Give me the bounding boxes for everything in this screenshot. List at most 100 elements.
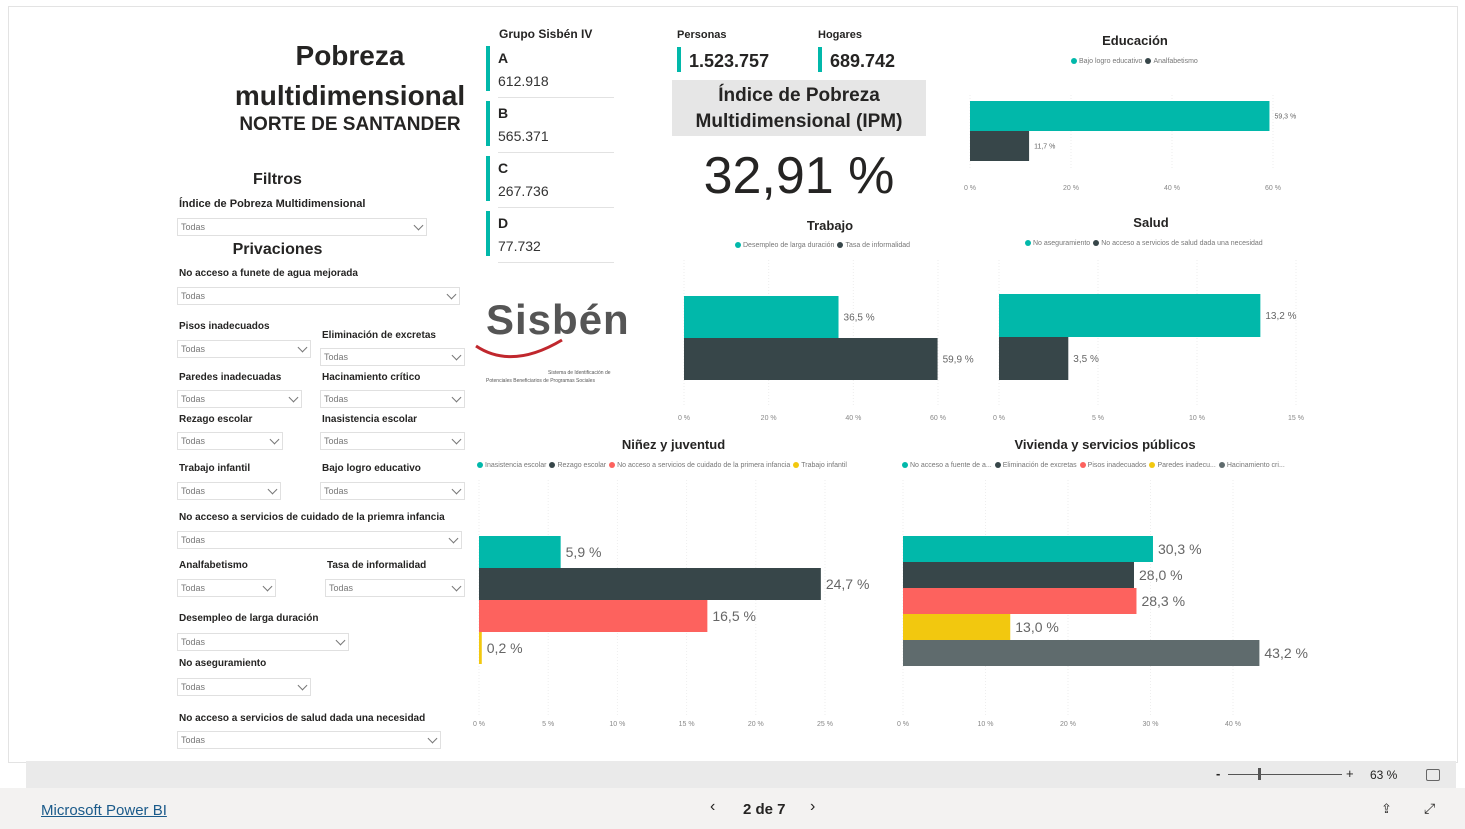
ninez-legend: Inasistencia escolar Rezago escolar No acc…: [474, 462, 847, 469]
legend-marker: [793, 462, 800, 468]
dropdown-value: Todas: [181, 535, 206, 545]
filter-1-dropdown[interactable]: Todas: [177, 340, 311, 358]
filter-8-label: Bajo logro educativo: [322, 463, 421, 474]
hogares-label: Hogares: [818, 29, 863, 41]
ipm-title: Índice de Pobreza Multidimensional (IPM): [695, 85, 903, 132]
group-accent: [486, 156, 490, 201]
fit-page-icon[interactable]: [1426, 769, 1440, 781]
group-divider: [498, 152, 614, 153]
legend-marker: [549, 462, 556, 468]
filters-heading: Filtros: [253, 171, 302, 188]
group-letter: D: [498, 215, 509, 231]
salud-legend: No aseguramiento No acceso a servicios de…: [1022, 240, 1263, 247]
filter-7-label: Trabajo infantil: [179, 463, 251, 474]
sisben-title: Grupo Sisbén IV: [499, 27, 593, 41]
filter-4-label: Hacinamiento crítico: [322, 372, 421, 383]
kpi-accent: [818, 47, 822, 72]
next-page-icon[interactable]: ›: [810, 798, 815, 816]
group-letter: A: [498, 50, 509, 66]
dropdown-value: Todas: [324, 486, 349, 496]
filter-8-dropdown[interactable]: Todas: [320, 482, 465, 500]
ipm-title-box: Índice de Pobreza Multidimensional (IPM): [672, 80, 926, 136]
zoom-out-button[interactable]: -: [1216, 766, 1220, 781]
chevron-down-icon: [262, 581, 273, 592]
ipm-filter-dropdown[interactable]: Todas: [177, 218, 427, 236]
report-title-text: Pobreza multidimensional: [234, 40, 466, 111]
educacion-chart-title: Educación: [1102, 33, 1168, 48]
legend-marker: [994, 462, 1001, 468]
zoom-slider-handle[interactable]: [1258, 768, 1261, 780]
legend-entry: Desempleo de larga duración: [743, 242, 835, 249]
filter-3-dropdown[interactable]: Todas: [177, 390, 302, 408]
filter-10-label: Analfabetismo: [179, 560, 248, 571]
filter-5-dropdown[interactable]: Todas: [177, 432, 283, 450]
filter-7-dropdown[interactable]: Todas: [177, 482, 281, 500]
zoom-slider-track[interactable]: [1228, 774, 1342, 775]
filter-10-dropdown[interactable]: Todas: [177, 579, 276, 597]
sisben-logo-sub2: Potenciales Beneficiarios de Programas S…: [486, 378, 595, 384]
legend-entry: Trabajo infantil: [801, 462, 847, 469]
group-value: 267.736: [498, 183, 549, 199]
legend-marker: [1145, 58, 1152, 64]
filter-14-dropdown[interactable]: Todas: [177, 731, 441, 749]
filter-2-dropdown[interactable]: Todas: [320, 348, 465, 366]
filter-1-label: Pisos inadecuados: [179, 321, 270, 332]
chevron-down-icon: [288, 392, 299, 403]
privaciones-heading: Privaciones: [232, 241, 323, 258]
sisben-logo-swoosh: [475, 338, 563, 359]
dropdown-value: Todas: [324, 352, 349, 362]
powerbi-link[interactable]: Microsoft Power BI: [41, 802, 167, 819]
personas-label: Personas: [677, 29, 727, 41]
group-accent: [486, 101, 490, 146]
chevron-down-icon: [451, 392, 462, 403]
group-value: 612.918: [498, 73, 549, 89]
group-divider: [498, 207, 614, 208]
educacion-legend: Bajo logro educativo Analfabetismo: [1068, 58, 1198, 65]
dropdown-value: Todas: [181, 436, 206, 446]
share-icon[interactable]: ⇪: [1381, 801, 1392, 817]
filter-6-dropdown[interactable]: Todas: [320, 432, 465, 450]
fullscreen-icon[interactable]: ⤢: [1424, 800, 1435, 817]
sisben-logo-sub1: Sistema de Identificación de: [548, 370, 611, 376]
legend-entry: Analfabetismo: [1153, 58, 1198, 65]
dropdown-value: Todas: [324, 394, 349, 404]
legend-entry: Inasistencia escolar: [485, 462, 547, 469]
legend-entry: Hacinamiento cri...: [1226, 462, 1285, 469]
filter-2-label: Eliminación de excretas: [322, 330, 436, 341]
zoom-in-button[interactable]: +: [1346, 766, 1354, 781]
ipm-value: 32,91 %: [703, 147, 895, 205]
dropdown-value: Todas: [181, 222, 206, 232]
legend-entry: Rezago escolar: [557, 462, 607, 469]
chevron-down-icon: [451, 581, 462, 592]
filter-0-dropdown[interactable]: Todas: [177, 287, 460, 305]
dropdown-value: Todas: [181, 344, 206, 354]
filter-5-label: Rezago escolar: [179, 414, 253, 425]
dropdown-value: Todas: [181, 486, 206, 496]
sisben-logo: Sisbén Sistema de Identificación de Pote…: [475, 298, 636, 390]
chevron-down-icon: [413, 220, 424, 231]
dropdown-value: Todas: [181, 682, 206, 692]
filter-13-dropdown[interactable]: Todas: [177, 678, 311, 696]
chevron-down-icon: [297, 342, 308, 353]
filter-4-dropdown[interactable]: Todas: [320, 390, 465, 408]
group-letter: C: [498, 160, 509, 176]
ipm-filter-label: Índice de Pobreza Multidimensional: [179, 198, 366, 210]
filter-12-dropdown[interactable]: Todas: [177, 633, 349, 651]
legend-entry: No acceso a servicios de cuidado de la p…: [617, 462, 791, 469]
filter-9-dropdown[interactable]: Todas: [177, 531, 462, 549]
filter-11-dropdown[interactable]: Todas: [325, 579, 465, 597]
legend-marker: [735, 242, 741, 248]
group-accent: [486, 46, 490, 91]
group-letter: B: [498, 105, 509, 121]
filter-13-label: No aseguramiento: [179, 658, 267, 669]
chevron-down-icon: [451, 350, 462, 361]
dropdown-value: Todas: [324, 436, 349, 446]
group-value: 77.732: [498, 238, 541, 254]
dropdown-value: Todas: [329, 583, 354, 593]
prev-page-icon[interactable]: ‹: [710, 798, 715, 816]
legend-entry: No acceso a fuente de a...: [910, 462, 992, 469]
personas-value: 1.523.757: [689, 51, 770, 71]
chevron-down-icon: [448, 533, 459, 544]
filter-9-label: No acceso a servicios de cuidado de la p…: [179, 512, 445, 523]
filter-11-label: Tasa de informalidad: [327, 560, 427, 571]
